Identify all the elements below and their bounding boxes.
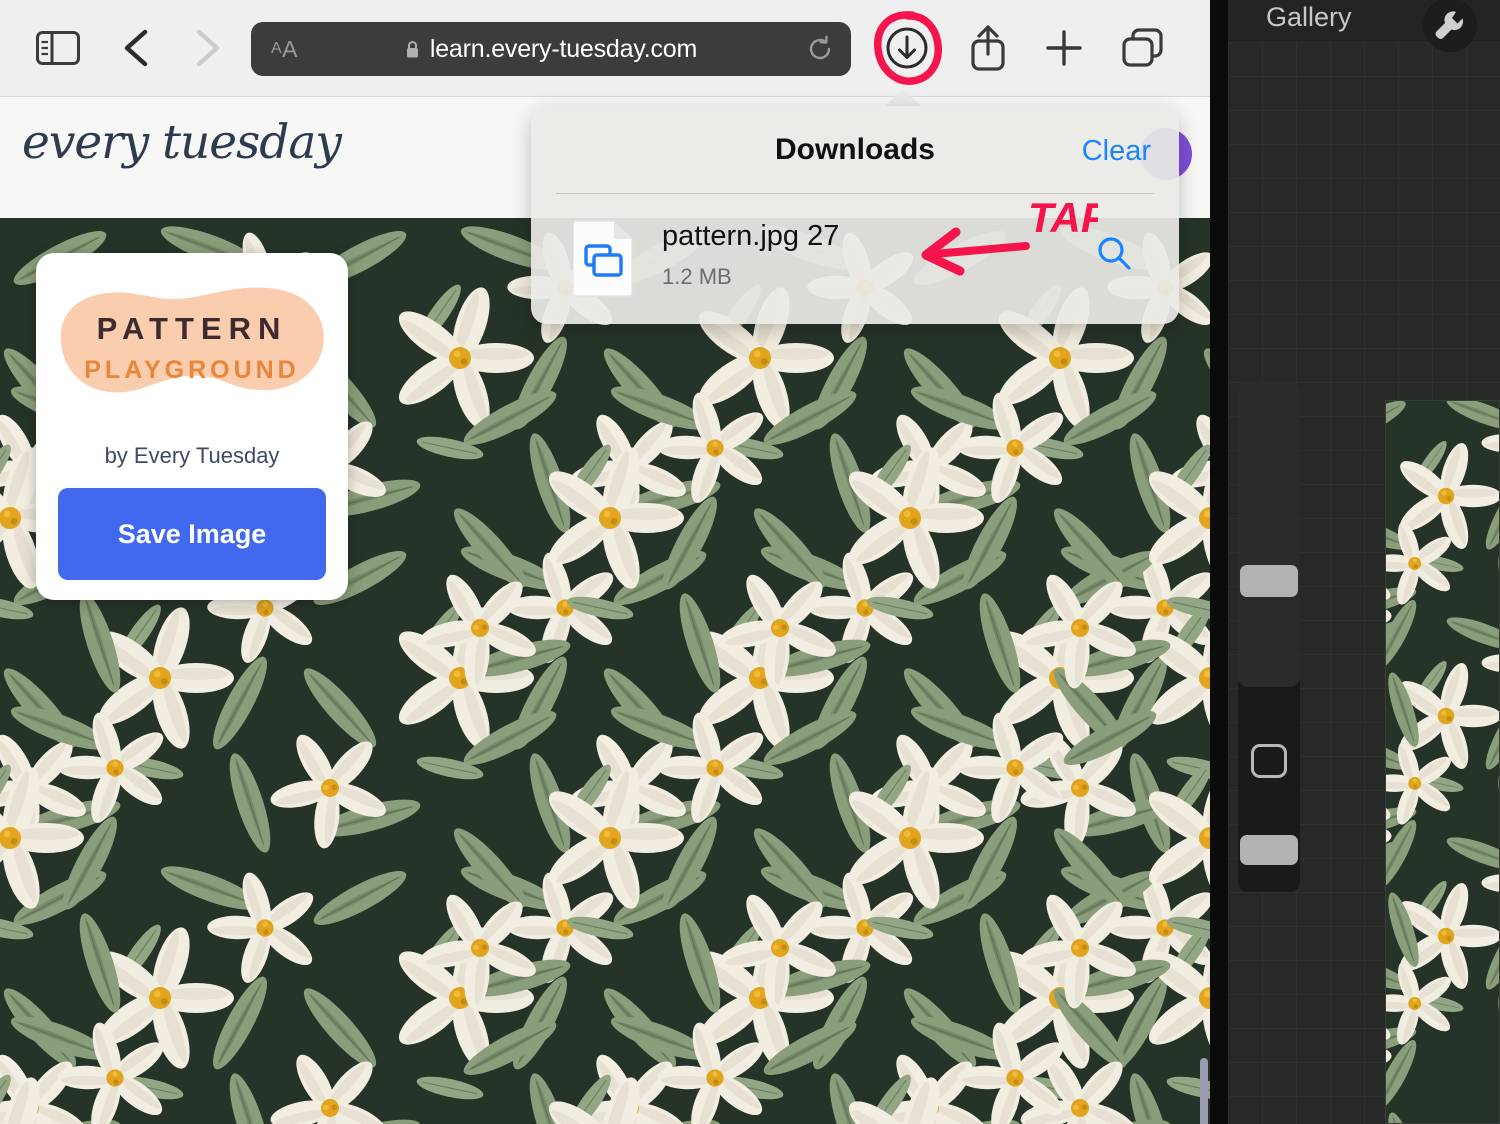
image-file-icon [572,217,635,297]
card-byline: by Every Tuesday [104,443,280,468]
forward-button[interactable] [186,26,226,70]
reload-icon[interactable] [806,35,834,63]
download-filesize: 1.2 MB [662,264,732,289]
browser-toolbar: AA learn.every-tuesday.com [0,0,1210,97]
brush-size-slider[interactable] [1238,382,1300,687]
save-image-button[interactable]: Save Image [58,488,326,580]
page-scrollbar[interactable] [1200,1058,1208,1124]
procreate-topbar: Gallery [1228,0,1500,52]
download-list-item[interactable]: pattern.jpg 27 1.2 MB [531,202,1179,318]
procreate-pane: Gallery [1210,0,1500,1124]
tabs-icon[interactable] [1122,28,1164,68]
address-bar[interactable]: AA learn.every-tuesday.com [251,22,851,76]
downloads-popover: Downloads Clear pattern.jpg 27 1.2 MB [531,106,1179,324]
clear-downloads-button[interactable]: Clear [1082,135,1151,168]
search-icon[interactable] [1096,235,1132,271]
share-icon[interactable] [968,24,1008,72]
pattern-playground-logo: PATTERN PLAYGROUND [50,275,334,435]
site-logo[interactable]: every tuesday [22,115,342,170]
opacity-slider-thumb[interactable] [1240,835,1298,865]
safari-browser-pane: AA learn.every-tuesday.com every tuesday… [0,0,1210,1124]
downloads-popover-notch [884,89,922,107]
wrench-icon[interactable] [1423,0,1477,52]
modify-square-button[interactable] [1251,744,1287,778]
lock-icon [405,40,420,59]
url-text: learn.every-tuesday.com [429,34,698,63]
plus-icon[interactable] [1044,28,1084,68]
procreate-artwork-thumbnail[interactable] [1385,400,1500,1124]
sidebar-toggle-icon[interactable] [36,31,80,65]
url-display: learn.every-tuesday.com [251,22,851,76]
downloads-arrow-icon[interactable] [886,27,928,69]
gallery-button[interactable]: Gallery [1266,2,1352,33]
back-button[interactable] [118,26,158,70]
pattern-playground-card: PATTERN PLAYGROUND by Every Tuesday Save… [36,253,348,600]
brush-size-slider-thumb[interactable] [1240,565,1298,597]
download-filename: pattern.jpg 27 [662,220,840,252]
screenshot-root: AA learn.every-tuesday.com every tuesday… [0,0,1500,1124]
logo-line2-text: PLAYGROUND [84,356,300,384]
logo-line1-text: PATTERN [97,311,288,346]
divider [556,193,1154,194]
